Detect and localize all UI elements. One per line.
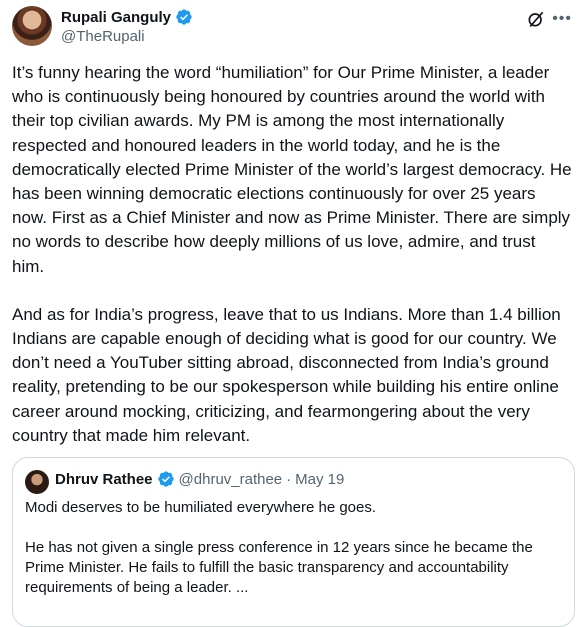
author-avatar[interactable] <box>12 6 52 46</box>
author-name[interactable]: Rupali Ganguly <box>61 9 171 26</box>
tweet-paragraph: It’s funny hearing the word “humiliation… <box>12 63 572 276</box>
tweet-text: It’s funny hearing the word “humiliation… <box>12 61 572 448</box>
grok-icon[interactable] <box>526 9 546 29</box>
separator-dot: · <box>286 470 292 488</box>
tweet-paragraph: And as for India’s progress, leave that … <box>12 304 561 445</box>
more-options-icon[interactable]: ••• <box>552 11 572 27</box>
quoted-tweet-text: Modi deserves to be humiliated everywher… <box>25 498 560 598</box>
quoted-tweet-date: May 19 <box>295 470 345 488</box>
quoted-author-handle: @dhruv_rathee <box>178 470 283 488</box>
quoted-author-name: Dhruv Rathee <box>55 470 153 488</box>
author-name-row: Rupali Ganguly <box>61 8 193 26</box>
tweet-header: Rupali Ganguly @TheRupali ••• <box>12 6 572 48</box>
quoted-tweet-header: Dhruv Rathee @dhruv_rathee · May 19 <box>55 470 344 488</box>
quoted-tweet[interactable]: Dhruv Rathee @dhruv_rathee · May 19 Modi… <box>12 457 575 627</box>
quoted-paragraph: Modi deserves to be humiliated everywher… <box>25 499 377 516</box>
author-handle[interactable]: @TheRupali <box>61 28 145 45</box>
verified-badge-icon <box>176 9 192 25</box>
quoted-author-avatar <box>25 470 49 494</box>
quoted-paragraph: He has not given a single press conferen… <box>25 539 533 596</box>
verified-badge-icon <box>157 471 174 487</box>
